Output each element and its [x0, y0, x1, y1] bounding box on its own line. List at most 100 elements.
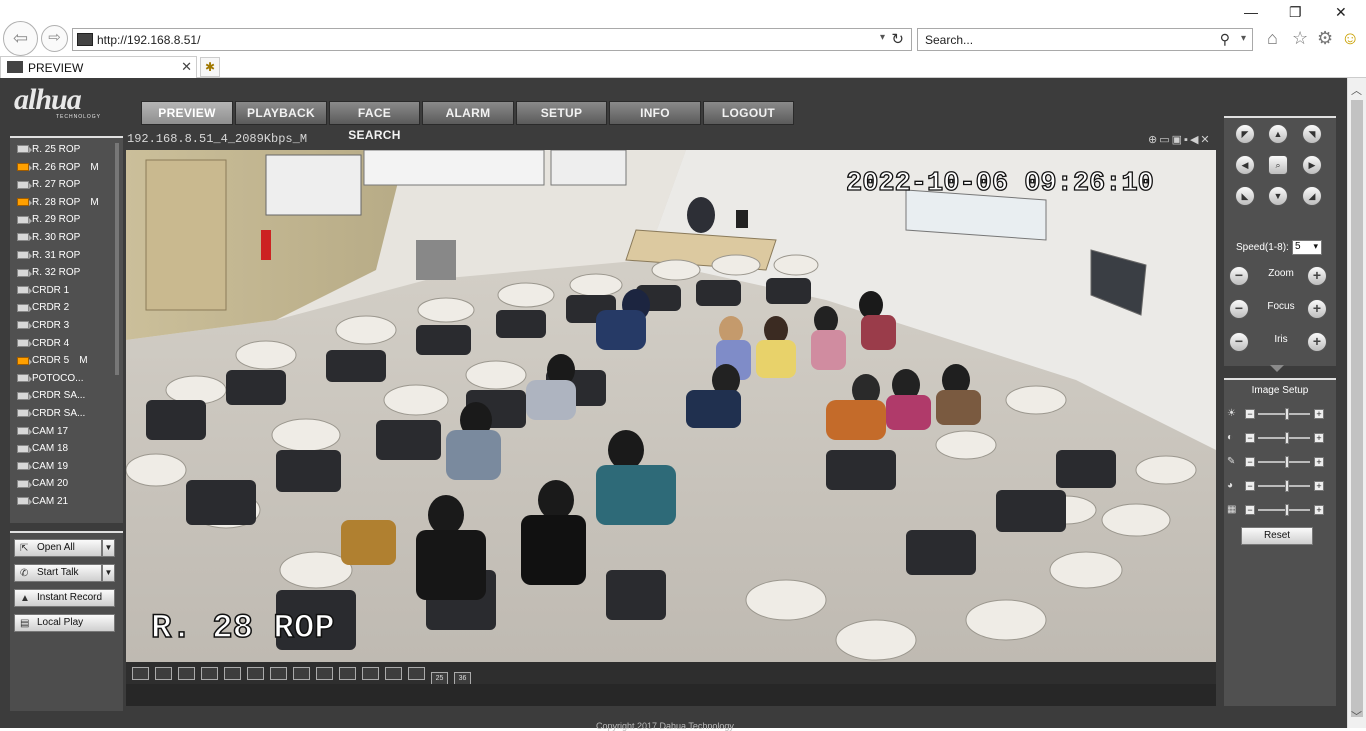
favorites-star-icon[interactable]: ☆ — [1292, 28, 1308, 49]
ptz-up-right-button[interactable]: ◥ — [1302, 124, 1322, 144]
decrease-button[interactable]: − — [1245, 409, 1255, 419]
channel-item[interactable]: R. 27 ROP — [17, 179, 80, 196]
browser-tab[interactable]: PREVIEW ✕ — [0, 56, 197, 78]
nav-tab-logout[interactable]: LOGOUT — [703, 101, 794, 125]
address-bar[interactable]: http://192.168.8.51/ ▾ ↻ — [72, 28, 912, 51]
search-box[interactable]: Search... ⚲ ▾ — [917, 28, 1253, 51]
ptz-3d-position-button[interactable]: ⌕ — [1268, 155, 1288, 175]
instant-record-button[interactable]: ▲ Instant Record — [14, 589, 115, 607]
restore-button[interactable]: ❐ — [1289, 4, 1302, 21]
search-dropdown-icon[interactable]: ▾ — [1241, 33, 1246, 44]
audio-icon[interactable]: ◀ — [1190, 134, 1200, 146]
ptz-down-left-button[interactable]: ◣ — [1235, 186, 1255, 206]
open-all-dropdown[interactable]: ▼ — [102, 539, 115, 557]
slider-knob[interactable] — [1284, 504, 1289, 516]
start-talk-button[interactable]: ✆ Start Talk — [14, 564, 102, 582]
ptz-left-button[interactable]: ◀ — [1235, 155, 1255, 175]
close-video-icon[interactable]: ✕ — [1200, 134, 1211, 146]
channel-item[interactable]: CRDR SA... — [17, 390, 85, 407]
start-talk-dropdown[interactable]: ▼ — [102, 564, 115, 582]
nav-tab-info[interactable]: INFO — [609, 101, 701, 125]
image-slider[interactable]: ✎ − + — [1226, 456, 1334, 468]
ptz-up-left-button[interactable]: ◤ — [1235, 124, 1255, 144]
decrease-button[interactable]: − — [1245, 481, 1255, 491]
ptz-down-button[interactable]: ▼ — [1268, 186, 1288, 206]
home-icon[interactable]: ⌂ — [1267, 28, 1278, 49]
camera-icon[interactable]: ▣ — [1172, 134, 1184, 146]
address-url[interactable]: http://192.168.8.51/ — [97, 33, 200, 47]
channel-item[interactable]: CAM 18 — [17, 443, 68, 460]
new-tab-button[interactable]: ✱ — [200, 57, 220, 77]
focus-near-button[interactable]: − — [1229, 299, 1249, 319]
increase-button[interactable]: + — [1314, 505, 1324, 515]
channel-item[interactable]: CRDR SA... — [17, 408, 85, 425]
channel-item[interactable]: R. 28 ROP M — [17, 197, 99, 214]
layout-button[interactable] — [362, 667, 379, 680]
ptz-right-button[interactable]: ▶ — [1302, 155, 1322, 175]
layout-button[interactable] — [178, 667, 195, 680]
channel-item[interactable]: R. 26 ROP M — [17, 162, 99, 179]
address-dropdown-icon[interactable]: ▾ — [880, 32, 885, 43]
layout-button[interactable] — [132, 667, 149, 680]
image-slider[interactable]: ◐ − + — [1226, 432, 1334, 444]
decrease-button[interactable]: − — [1245, 505, 1255, 515]
nav-tab-face-search[interactable]: FACE SEARCH — [329, 101, 420, 142]
iris-close-button[interactable]: − — [1229, 332, 1249, 352]
channel-item[interactable]: CRDR 2 — [17, 302, 69, 319]
settings-gear-icon[interactable]: ⚙ — [1317, 28, 1333, 49]
layout-button[interactable] — [339, 667, 356, 680]
tab-close-icon[interactable]: ✕ — [181, 59, 192, 75]
layout-button[interactable] — [408, 667, 425, 680]
increase-button[interactable]: + — [1314, 481, 1324, 491]
slider-knob[interactable] — [1284, 408, 1289, 420]
minimize-button[interactable]: — — [1244, 4, 1258, 20]
nav-tab-playback[interactable]: PLAYBACK — [235, 101, 327, 125]
channel-item[interactable]: CAM 21 — [17, 496, 68, 513]
page-scrollbar[interactable]: ︿ ﹀ — [1347, 78, 1366, 728]
search-icon[interactable]: ⚲ — [1220, 31, 1230, 48]
channel-item[interactable]: CRDR 5 M — [17, 355, 88, 372]
close-window-button[interactable]: ✕ — [1335, 4, 1347, 21]
nav-tab-preview[interactable]: PREVIEW — [141, 101, 233, 125]
zoom-icon[interactable]: ⊕ — [1148, 134, 1159, 146]
nav-tab-setup[interactable]: SETUP — [516, 101, 607, 125]
scroll-down-icon[interactable]: ﹀ — [1351, 708, 1362, 724]
channel-item[interactable]: R. 25 ROP — [17, 144, 80, 161]
image-slider[interactable]: ▦ − + — [1226, 504, 1334, 516]
open-all-button[interactable]: ⇱ Open All — [14, 539, 102, 557]
forward-button[interactable]: ⇨ — [41, 25, 68, 52]
ptz-up-button[interactable]: ▲ — [1268, 124, 1288, 144]
channel-item[interactable]: R. 32 ROP — [17, 267, 80, 284]
decrease-button[interactable]: − — [1245, 433, 1255, 443]
slider-knob[interactable] — [1284, 480, 1289, 492]
channel-item[interactable]: CRDR 4 — [17, 338, 69, 355]
slider-knob[interactable] — [1284, 456, 1289, 468]
increase-button[interactable]: + — [1314, 433, 1324, 443]
zoom-in-button[interactable]: + — [1307, 266, 1327, 286]
channel-item[interactable]: R. 29 ROP — [17, 214, 80, 231]
increase-button[interactable]: + — [1314, 457, 1324, 467]
slider-knob[interactable] — [1284, 432, 1289, 444]
ptz-collapse-icon[interactable] — [1270, 365, 1284, 372]
scroll-up-icon[interactable]: ︿ — [1351, 82, 1362, 98]
layout-button[interactable] — [293, 667, 310, 680]
layout-button[interactable] — [270, 667, 287, 680]
image-slider[interactable]: ☀ − + — [1226, 408, 1334, 420]
channel-item[interactable]: CRDR 1 — [17, 285, 69, 302]
iris-open-button[interactable]: + — [1307, 332, 1327, 352]
layout-button[interactable] — [247, 667, 264, 680]
channel-item[interactable]: CAM 17 — [17, 426, 68, 443]
layout-button[interactable] — [155, 667, 172, 680]
layout-button[interactable] — [316, 667, 333, 680]
layout-button[interactable] — [224, 667, 241, 680]
increase-button[interactable]: + — [1314, 409, 1324, 419]
refresh-icon[interactable]: ↻ — [891, 30, 904, 48]
scrollbar-thumb[interactable] — [1351, 100, 1363, 717]
channel-item[interactable]: R. 31 ROP — [17, 250, 80, 267]
channel-item[interactable]: CRDR 3 — [17, 320, 69, 337]
channel-list-scrollbar[interactable] — [115, 143, 119, 375]
local-play-button[interactable]: ▤ Local Play — [14, 614, 115, 632]
channel-item[interactable]: R. 30 ROP — [17, 232, 80, 249]
image-slider[interactable]: ◕ − + — [1226, 480, 1334, 492]
back-button[interactable]: ⇦ — [3, 21, 38, 56]
